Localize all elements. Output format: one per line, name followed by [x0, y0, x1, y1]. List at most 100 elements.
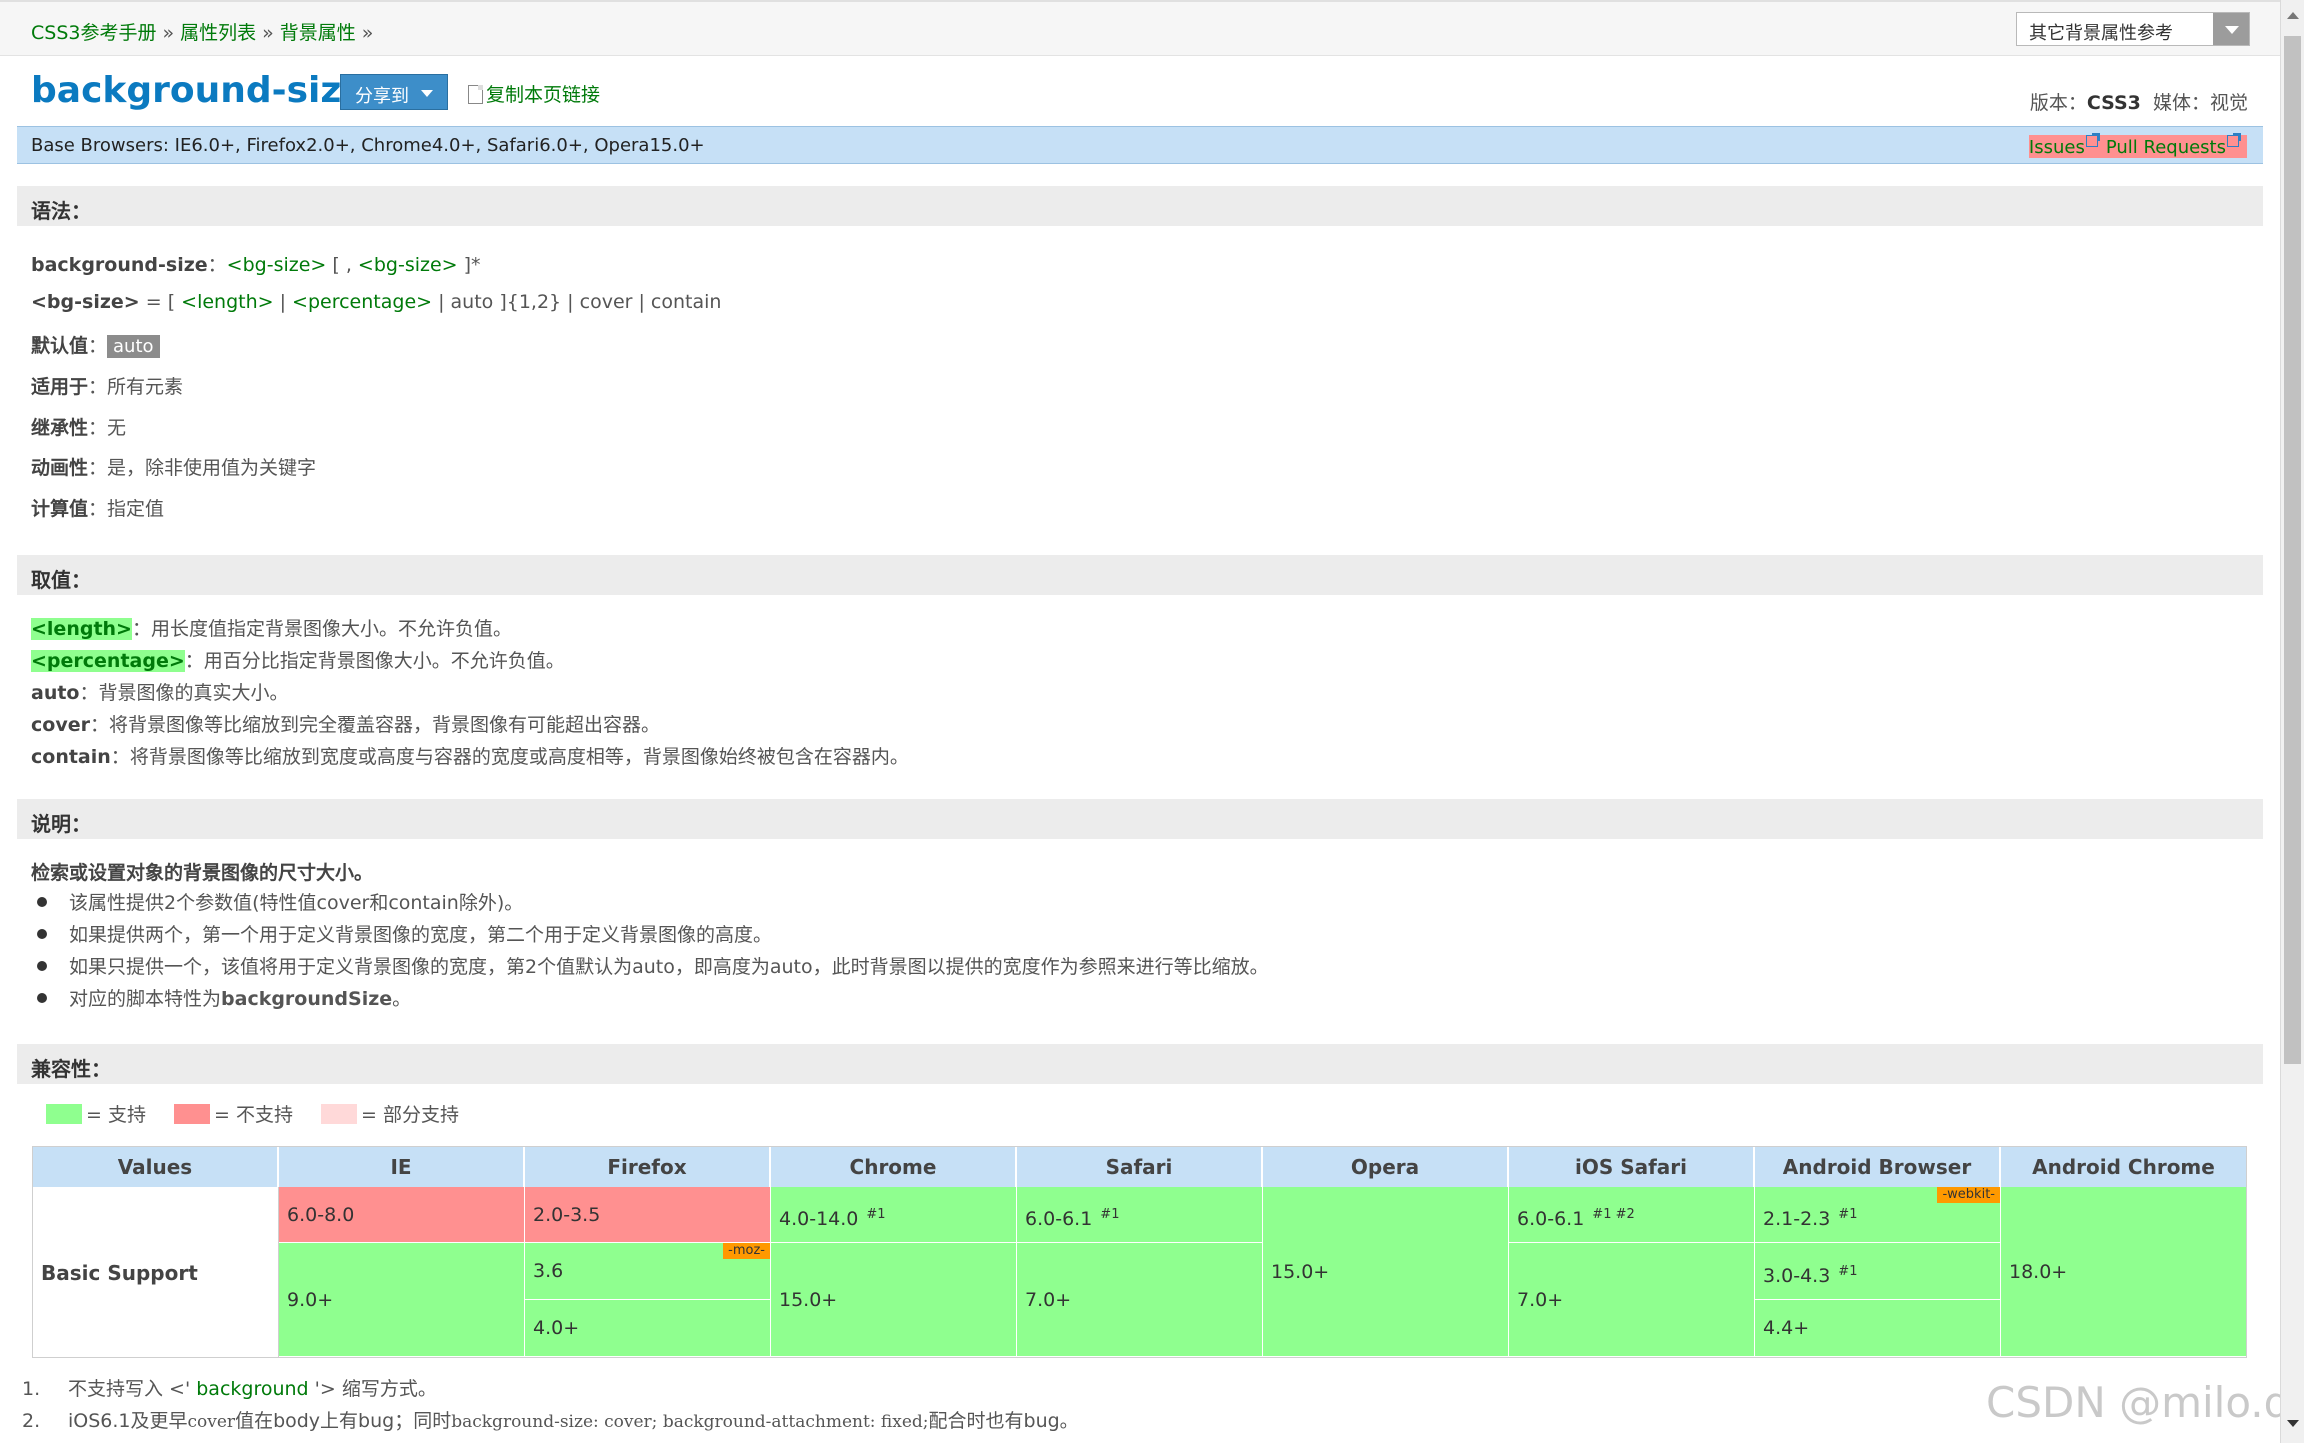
syntax-text: | auto ]{1,2} | cover | contain	[432, 291, 722, 313]
percentage-link[interactable]: <percentage>	[292, 291, 432, 313]
footnotes: 1. 不支持写入 <' background '> 缩写方式。 2. iOS6.1及…	[22, 1374, 1079, 1438]
script-prop-suffix: 。	[392, 988, 412, 1010]
vertical-scrollbar[interactable]	[2280, 0, 2304, 1443]
footnote-ref[interactable]: #1	[866, 1207, 885, 1222]
values-heading-text: 取值：	[31, 568, 91, 592]
scrollbar-thumb[interactable]	[2284, 36, 2301, 1064]
default-label: 默认值	[31, 335, 89, 357]
syntax-prop: background-size	[31, 254, 208, 276]
label-sep: ：	[88, 457, 108, 479]
external-link-icon	[2085, 133, 2100, 147]
footnote-ref[interactable]: #1	[1100, 1207, 1119, 1222]
footnote-text: '> 缩写方式。	[308, 1378, 437, 1400]
version-text: 18.0+	[2009, 1261, 2068, 1283]
length-link[interactable]: <length>	[181, 291, 273, 313]
script-prop-name: backgroundSize	[221, 988, 393, 1010]
scroll-down-arrow-icon[interactable]	[2287, 1420, 2299, 1427]
list-item: 如果提供两个，第一个用于定义背景图像的宽度，第二个用于定义背景图像的高度。	[31, 920, 1269, 952]
animation-label: 动画性	[31, 457, 89, 479]
media-value: 视觉	[2209, 92, 2248, 114]
copy-link-label: 复制本页链接	[486, 84, 601, 106]
col-header-android-browser: Android Browser	[1755, 1147, 2001, 1187]
reference-select-label: 其它背景属性参考	[2029, 23, 2173, 44]
breadcrumb-link-background[interactable]: 背景属性	[280, 22, 356, 44]
version-info: 版本：CSS3 媒体：视觉	[2030, 88, 2248, 115]
col-header-values: Values	[33, 1147, 279, 1187]
value-name: contain	[31, 746, 111, 768]
footnote-ref[interactable]: #1 #2	[1592, 1207, 1634, 1222]
bg-size-link[interactable]: <bg-size>	[358, 254, 458, 276]
value-name: auto	[31, 682, 80, 704]
description-intro: 检索或设置对象的背景图像的尺寸大小。	[31, 858, 373, 885]
compat-heading-text: 兼容性：	[31, 1057, 111, 1081]
version-text: 15.0+	[779, 1289, 838, 1311]
inherit-value: 无	[107, 417, 127, 439]
version-text: 4.4+	[1763, 1317, 1810, 1339]
value-item: contain：将背景图像等比缩放到宽度或高度与容器的宽度或高度相等，背景图像始…	[31, 742, 909, 769]
footnote-number: 2.	[22, 1410, 41, 1432]
value-sep: ：	[79, 682, 99, 704]
footnote-text: iOS6.1及更早	[68, 1410, 188, 1432]
value-desc: 背景图像的真实大小。	[98, 682, 289, 704]
value-name: <percentage>	[31, 650, 185, 672]
inherit-row: 继承性：无	[31, 413, 126, 440]
reference-select[interactable]: 其它背景属性参考	[2016, 12, 2250, 46]
compat-cell-firefox-1: 2.0-3.5	[525, 1187, 771, 1243]
value-sep: ：	[110, 746, 130, 768]
issues-link[interactable]: Issues	[2029, 137, 2085, 158]
label-sep: ：	[88, 376, 108, 398]
compat-cell-safari-2: 7.0+	[1017, 1243, 1263, 1357]
col-header-safari: Safari	[1017, 1147, 1263, 1187]
compat-cell-ios-safari-2: 7.0+	[1509, 1243, 1755, 1357]
compat-cell-chrome-2: 15.0+	[771, 1243, 1017, 1357]
list-item: 如果只提供一个，该值将用于定义背景图像的宽度，第2个值默认为auto，即高度为a…	[31, 952, 1269, 984]
share-button[interactable]: 分享到	[340, 74, 448, 110]
page-title: background-size	[31, 70, 366, 111]
version-text: 3.6	[533, 1260, 564, 1282]
chevron-down-icon[interactable]	[2213, 13, 2249, 45]
version-text: 6.0-6.1	[1517, 1208, 1585, 1230]
syntax-text: [ ,	[326, 254, 358, 276]
caret-down-icon	[421, 90, 433, 97]
breadcrumb: CSS3参考手册» 属性列表» 背景属性»	[31, 18, 379, 45]
version-text: 4.0+	[533, 1317, 580, 1339]
compat-heading: 兼容性：	[17, 1044, 2263, 1084]
legend-label: = 支持	[86, 1104, 146, 1126]
vendor-prefix-badge: -webkit-	[1937, 1187, 2000, 1203]
footnote-text: 配合时也有bug。	[928, 1410, 1079, 1432]
computed-label: 计算值	[31, 498, 89, 520]
syntax-heading: 语法：	[17, 186, 2263, 226]
bg-size-name: <bg-size>	[31, 291, 140, 313]
compat-cell-android-chrome-1: 18.0+	[2001, 1187, 2246, 1357]
description-heading: 说明：	[17, 799, 2263, 839]
footnote-ref[interactable]: #1	[1838, 1207, 1857, 1222]
pull-requests-link[interactable]: Pull Requests	[2106, 137, 2226, 158]
external-link-icon	[2227, 133, 2241, 147]
description-heading-text: 说明：	[31, 812, 91, 836]
value-item: auto：背景图像的真实大小。	[31, 678, 289, 705]
bg-size-link[interactable]: <bg-size>	[227, 254, 327, 276]
compat-cell-ie-2: 9.0+	[279, 1243, 525, 1357]
col-header-firefox: Firefox	[525, 1147, 771, 1187]
breadcrumb-link-css3-manual[interactable]: CSS3参考手册	[31, 22, 156, 44]
version-text: 9.0+	[287, 1289, 334, 1311]
version-text: 7.0+	[1517, 1289, 1564, 1311]
label-sep: ：	[88, 417, 108, 439]
repo-links: Issues Pull Requests	[2028, 133, 2247, 158]
default-value-row: 默认值： auto	[31, 331, 160, 358]
version-text: 15.0+	[1271, 1261, 1330, 1283]
value-desc: 将背景图像等比缩放到完全覆盖容器，背景图像有可能超出容器。	[108, 714, 660, 736]
compat-cell-ie-1: 6.0-8.0	[279, 1187, 525, 1243]
breadcrumb-link-property-list[interactable]: 属性列表	[180, 22, 256, 44]
copy-link-button[interactable]: 复制本页链接	[468, 80, 600, 107]
list-item: 对应的脚本特性为backgroundSize。	[31, 984, 1269, 1016]
background-link[interactable]: background	[196, 1378, 308, 1400]
legend-swatch	[46, 1104, 82, 1124]
version-text: 2.0-3.5	[533, 1204, 601, 1226]
footnote-ref[interactable]: #1	[1838, 1264, 1857, 1279]
syntax-text: |	[273, 291, 293, 313]
legend-label: = 不支持	[214, 1104, 293, 1126]
version-text: 3.0-4.3	[1763, 1265, 1831, 1287]
value-desc: 将背景图像等比缩放到宽度或高度与容器的宽度或高度相等，背景图像始终被包含在容器内…	[129, 746, 909, 768]
scroll-up-arrow-icon[interactable]	[2287, 12, 2299, 19]
